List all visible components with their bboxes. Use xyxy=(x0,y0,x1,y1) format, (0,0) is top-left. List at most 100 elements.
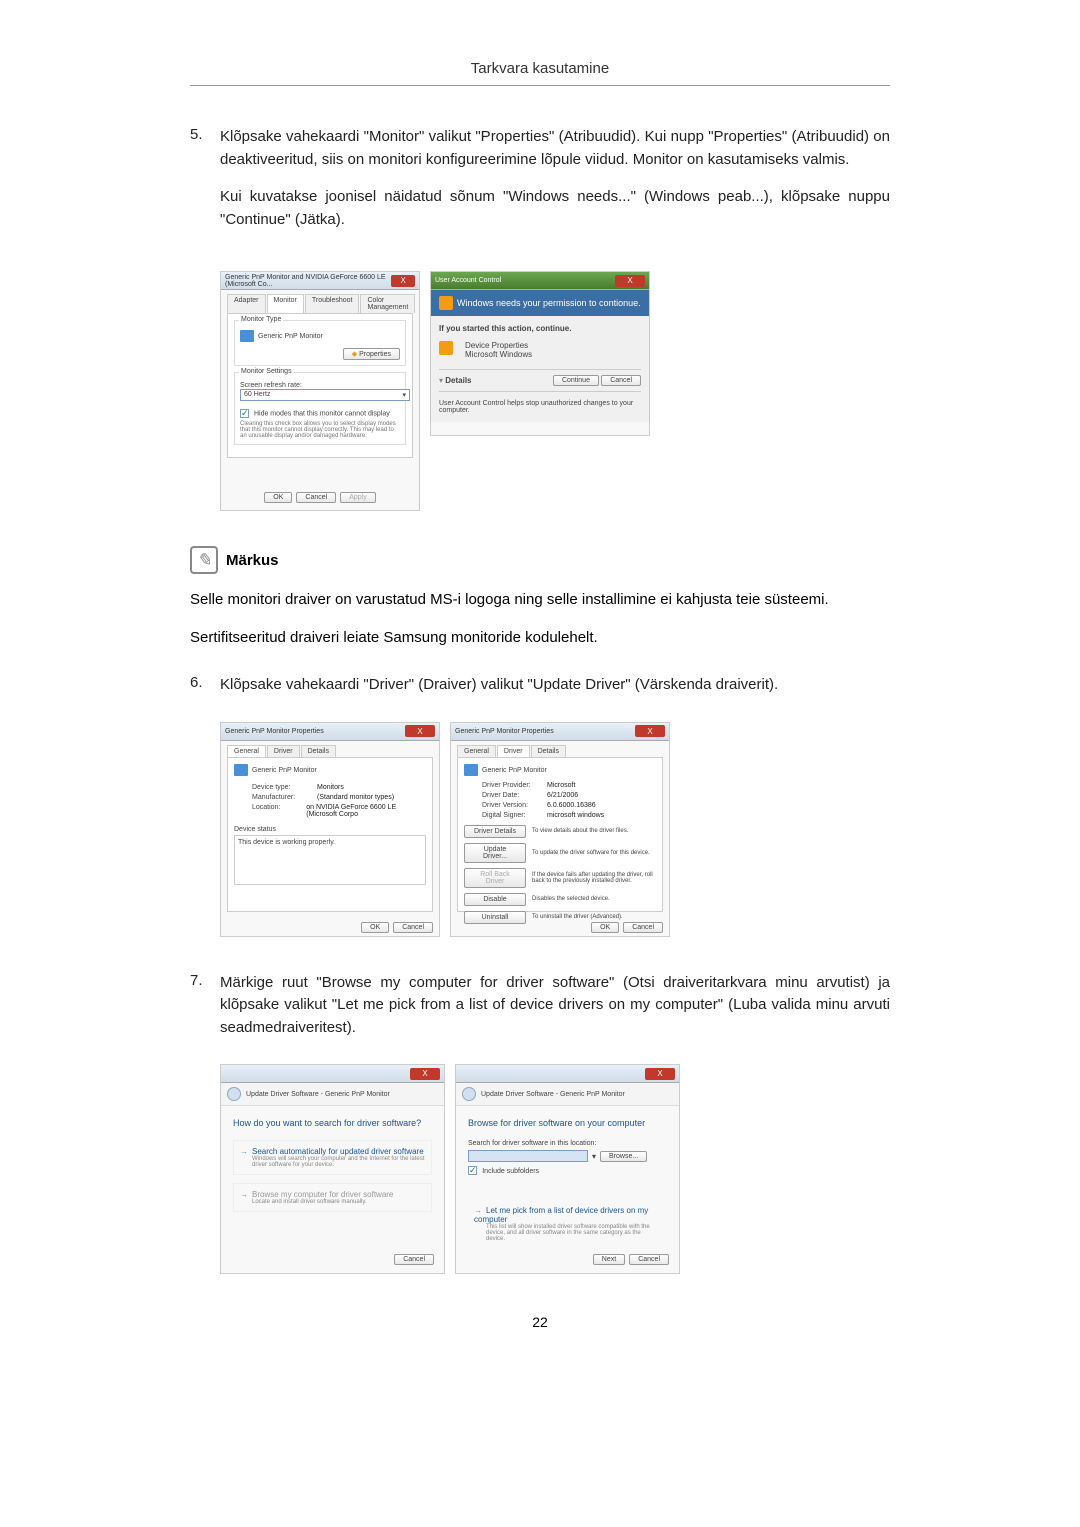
note-icon: ✎ xyxy=(190,546,218,574)
update-driver-button[interactable]: Update Driver... xyxy=(464,843,526,863)
include-subfolders-checkbox[interactable] xyxy=(468,1166,477,1175)
ok-button[interactable]: OK xyxy=(361,922,389,933)
continue-button[interactable]: Continue xyxy=(553,375,599,386)
cancel-button[interactable]: Cancel xyxy=(629,1254,669,1265)
location-input[interactable] xyxy=(468,1150,588,1162)
page-header: Tarkvara kasutamine xyxy=(190,60,890,77)
arrow-icon: → xyxy=(474,1206,482,1215)
titlebar: X xyxy=(221,1065,444,1083)
monitor-type-label: Monitor Type xyxy=(239,316,283,323)
properties-button[interactable]: ◆ Properties xyxy=(343,348,400,360)
next-button[interactable]: Next xyxy=(593,1254,625,1265)
arrow-icon: → xyxy=(240,1190,248,1199)
step-6: 6. Klõpsake vahekaardi "Driver" (Draiver… xyxy=(190,674,890,697)
ok-button[interactable]: OK xyxy=(591,922,619,933)
titlebar: Generic PnP Monitor and NVIDIA GeForce 6… xyxy=(221,272,419,290)
device-name: Generic PnP Monitor xyxy=(252,766,317,773)
dialog-title: Generic PnP Monitor Properties xyxy=(455,728,554,735)
uac-banner: Windows needs your permission to contion… xyxy=(431,290,649,316)
hide-modes-label: Hide modes that this monitor cannot disp… xyxy=(254,410,390,417)
update-driver-wizard-browse: X Update Driver Software - Generic PnP M… xyxy=(455,1064,680,1274)
cancel-button[interactable]: Cancel xyxy=(623,922,663,933)
refresh-rate-label: Screen refresh rate: xyxy=(240,382,400,389)
wizard-option-auto[interactable]: →Search automatically for updated driver… xyxy=(233,1140,432,1175)
tabs: Adapter Monitor Troubleshoot Color Manag… xyxy=(221,290,419,313)
disable-button[interactable]: Disable xyxy=(464,893,526,906)
arrow-icon: → xyxy=(240,1147,248,1156)
step5-para2: Kui kuvatakse joonisel näidatud sõnum "W… xyxy=(220,186,890,231)
rollback-button[interactable]: Roll Back Driver xyxy=(464,868,526,888)
step6-text: Klõpsake vahekaardi "Driver" (Draiver) v… xyxy=(220,674,890,697)
step5-para1: Klõpsake vahekaardi "Monitor" valikut "P… xyxy=(220,126,890,171)
device-status-box: This device is working properly. xyxy=(234,835,426,885)
uac-started: If you started this action, continue. xyxy=(439,324,641,333)
tab-general[interactable]: General xyxy=(457,745,496,757)
note-para1: Selle monitori draiver on varustatud MS-… xyxy=(190,589,890,612)
back-icon[interactable] xyxy=(462,1087,476,1101)
titlebar: X xyxy=(456,1065,679,1083)
tab-general[interactable]: General xyxy=(227,745,266,757)
tab-details[interactable]: Details xyxy=(301,745,336,757)
cancel-button[interactable]: Cancel xyxy=(601,375,641,386)
cancel-button[interactable]: Cancel xyxy=(296,492,336,503)
tab-driver[interactable]: Driver xyxy=(497,745,530,757)
breadcrumb: Update Driver Software - Generic PnP Mon… xyxy=(221,1083,444,1106)
properties-general-dialog: Generic PnP Monitor Properties X General… xyxy=(220,722,440,937)
close-icon[interactable]: X xyxy=(391,275,415,287)
hide-modes-checkbox[interactable] xyxy=(240,409,249,418)
titlebar: Generic PnP Monitor Properties X xyxy=(221,723,439,741)
tab-details[interactable]: Details xyxy=(531,745,566,757)
search-location-label: Search for driver software in this locat… xyxy=(468,1140,667,1147)
titlebar: User Account Control X xyxy=(431,272,649,290)
screenshot-row-2: Generic PnP Monitor Properties X General… xyxy=(220,722,890,937)
uac-dialog: User Account Control X Windows needs you… xyxy=(430,271,650,436)
screenshot-row-3: X Update Driver Software - Generic PnP M… xyxy=(220,1064,890,1274)
ms-windows-label: Microsoft Windows xyxy=(465,350,532,359)
tab-color[interactable]: Color Management xyxy=(360,294,415,313)
back-icon[interactable] xyxy=(227,1087,241,1101)
step-number: 7. xyxy=(190,972,220,1040)
cancel-button[interactable]: Cancel xyxy=(393,922,433,933)
uninstall-button[interactable]: Uninstall xyxy=(464,911,526,924)
device-properties-label: Device Properties xyxy=(465,341,532,350)
wizard-heading: How do you want to search for driver sof… xyxy=(233,1118,432,1128)
close-icon[interactable]: X xyxy=(405,725,435,737)
app-icon xyxy=(439,341,453,355)
tab-driver[interactable]: Driver xyxy=(267,745,300,757)
close-icon[interactable]: X xyxy=(410,1068,440,1080)
close-icon[interactable]: X xyxy=(615,275,645,287)
close-icon[interactable]: X xyxy=(635,725,665,737)
wizard-heading: Browse for driver software on your compu… xyxy=(468,1118,667,1128)
screenshot-row-1: Generic PnP Monitor and NVIDIA GeForce 6… xyxy=(220,271,890,511)
monitor-settings-label: Monitor Settings xyxy=(239,368,294,375)
step-number: 6. xyxy=(190,674,220,697)
monitor-icon xyxy=(240,330,254,342)
browse-button[interactable]: Browse... xyxy=(600,1151,647,1162)
wizard-option-pick[interactable]: →Let me pick from a list of device drive… xyxy=(468,1200,667,1248)
tab-troubleshoot[interactable]: Troubleshoot xyxy=(305,294,360,313)
ok-button[interactable]: OK xyxy=(264,492,292,503)
breadcrumb: Update Driver Software - Generic PnP Mon… xyxy=(456,1083,679,1106)
note-section: ✎ Märkus Selle monitori draiver on varus… xyxy=(190,546,890,649)
properties-driver-dialog: Generic PnP Monitor Properties X General… xyxy=(450,722,670,937)
device-status-label: Device status xyxy=(234,826,426,833)
close-icon[interactable]: X xyxy=(645,1068,675,1080)
details-expand[interactable]: ▾ Details xyxy=(439,376,471,385)
tab-monitor[interactable]: Monitor xyxy=(267,294,304,313)
cancel-button[interactable]: Cancel xyxy=(394,1254,434,1265)
page-number: 22 xyxy=(190,1314,890,1330)
apply-button[interactable]: Apply xyxy=(340,492,376,503)
monitor-icon xyxy=(234,764,248,776)
include-subfolders-label: Include subfolders xyxy=(482,1168,539,1175)
update-driver-wizard-search: X Update Driver Software - Generic PnP M… xyxy=(220,1064,445,1274)
device-name: Generic PnP Monitor xyxy=(482,766,547,773)
monitor-name: Generic PnP Monitor xyxy=(258,333,323,340)
refresh-rate-dropdown[interactable]: 60 Hertz▾ xyxy=(240,389,410,401)
dialog-title: Generic PnP Monitor Properties xyxy=(225,728,324,735)
tab-adapter[interactable]: Adapter xyxy=(227,294,266,313)
driver-details-button[interactable]: Driver Details xyxy=(464,825,526,838)
step-7: 7. Märkige ruut "Browse my computer for … xyxy=(190,972,890,1040)
dialog-title: User Account Control xyxy=(435,277,501,284)
titlebar: Generic PnP Monitor Properties X xyxy=(451,723,669,741)
wizard-option-browse[interactable]: →Browse my computer for driver software … xyxy=(233,1183,432,1212)
